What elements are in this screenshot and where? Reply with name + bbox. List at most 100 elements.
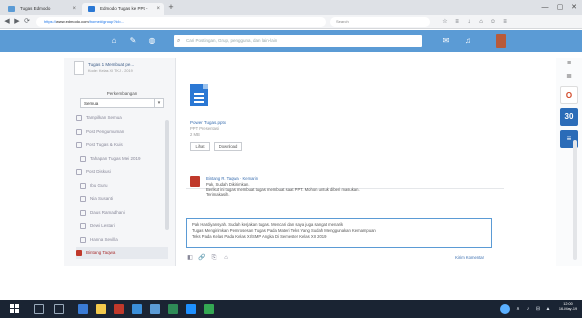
search-icon: ⌕: [177, 38, 181, 44]
menu-icon[interactable]: ≡: [500, 17, 510, 27]
sidebar-item[interactable]: Tampilkan Semua: [76, 112, 168, 124]
app-taskbar-icon[interactable]: [186, 304, 196, 314]
sidebar-item[interactable]: Bintang Taqwa: [76, 247, 168, 259]
downloads-icon[interactable]: ↓: [464, 17, 474, 27]
comment-author[interactable]: Bintang R. Taqwa · Kemarin: [206, 176, 258, 181]
view-button[interactable]: Lihat: [190, 142, 210, 151]
sidebar-item-label: Post Tugas & Kuis: [86, 142, 123, 147]
browser-tab-bar: Tugas Edmodo × Edmodo Tugas ke PPt - × +…: [0, 0, 582, 15]
search-placeholder: Cari Postingan, Grup, pengguna, dan lain…: [186, 38, 278, 43]
tray-chevron-icon[interactable]: ∧: [514, 304, 522, 314]
smiley-icon[interactable]: ☺: [488, 17, 498, 27]
attach-link-icon[interactable]: 🔗: [198, 254, 206, 262]
home-icon[interactable]: ⌂: [476, 17, 486, 27]
sidebar-item[interactable]: Daus Ramadhani: [76, 207, 168, 219]
app-taskbar-icon[interactable]: [204, 304, 214, 314]
attachment-card: Power Tugas.pptx PPT Presentasi 2 MB Lih…: [186, 80, 504, 189]
bookmark-icon[interactable]: ☆: [440, 17, 450, 27]
reading-list-icon[interactable]: ≡: [452, 17, 462, 27]
sidebar-item[interactable]: Post Tugas & Kuis: [76, 139, 168, 151]
attach-library-icon[interactable]: ⎘: [210, 254, 218, 262]
send-comment-button[interactable]: Kirim Komentar: [449, 253, 490, 262]
sidebar-item[interactable]: Post Diskusi: [76, 166, 168, 178]
sidebar-item[interactable]: Post Pengumuman: [76, 126, 168, 138]
course-thumbnail-icon: [74, 61, 84, 75]
post-detail: Power Tugas.pptx PPT Presentasi 2 MB Lih…: [176, 58, 504, 266]
attach-backpack-icon[interactable]: ⌂: [222, 254, 230, 262]
course-title: Tugas 1 Membuat pe...: [88, 62, 135, 67]
address-bar[interactable]: https://www.edmodo.com/home#/group?id=..…: [36, 17, 326, 27]
download-button[interactable]: Download: [214, 142, 242, 151]
document-file-icon[interactable]: [190, 84, 208, 106]
browser-toolbar: ◀ ▶ ⟳ https://www.edmodo.com/home#/group…: [0, 15, 582, 29]
filter-label: Perkembangan: [106, 91, 138, 96]
user-avatar[interactable]: [496, 34, 506, 48]
notifications-icon[interactable]: ♫: [462, 34, 474, 48]
sidebar-item-icon: [76, 115, 82, 121]
discover-nav-icon[interactable]: ◍: [146, 34, 158, 48]
course-subtitle: Kode: Kelas XI TKJ - 2019: [88, 69, 133, 73]
clock-date: 16-May-19: [558, 307, 578, 311]
right-app-rail: ≡ ≣ O 30 ≡: [556, 58, 582, 266]
store-taskbar-icon[interactable]: [150, 304, 160, 314]
browser-search-input[interactable]: Search: [330, 17, 430, 27]
file-explorer-icon[interactable]: [96, 304, 106, 314]
sidebar-item[interactable]: Ibu Guru: [76, 180, 168, 192]
sidebar-scrollbar[interactable]: [165, 120, 169, 230]
app-taskbar-icon[interactable]: [168, 304, 178, 314]
url-host: www.edmodo.com: [56, 19, 89, 24]
sidebar-item[interactable]: Tahapan Tugas Mei 2019: [76, 153, 168, 165]
close-tab-icon[interactable]: ×: [156, 3, 160, 15]
progress-nav-icon[interactable]: ✎: [127, 34, 139, 48]
minimize-button[interactable]: —: [538, 1, 552, 14]
commenter-avatar[interactable]: [190, 176, 200, 187]
forward-icon[interactable]: ▶: [12, 16, 22, 28]
menu-icon[interactable]: ≡: [563, 60, 575, 67]
tab-edmodo-ppt[interactable]: Edmodo Tugas ke PPt - ×: [82, 3, 164, 15]
sidebar-item-label: Post Pengumuman: [86, 128, 125, 134]
filter-select[interactable]: Semua ▾: [80, 98, 164, 108]
back-icon[interactable]: ◀: [2, 16, 12, 28]
windows-start-icon[interactable]: [10, 304, 20, 314]
close-tab-icon[interactable]: ×: [72, 3, 76, 15]
close-window-button[interactable]: ✕: [567, 1, 581, 14]
calendar-30-app-icon[interactable]: 30: [560, 108, 578, 126]
cortana-icon[interactable]: [500, 304, 510, 314]
tab-tugas-edmodo[interactable]: Tugas Edmodo ×: [2, 3, 80, 15]
task-view-icon[interactable]: [54, 304, 64, 314]
taskbar-clock[interactable]: 12:00 16-May-19: [556, 302, 580, 312]
edmodo-favicon-icon: [8, 6, 15, 12]
messages-icon[interactable]: ✉: [440, 34, 452, 48]
tab-label: Tugas Edmodo: [20, 6, 51, 11]
edge-browser-icon[interactable]: [78, 304, 88, 314]
notification-icon[interactable]: ▲: [544, 304, 552, 314]
attachment-name[interactable]: Power Tugas.pptx: [190, 120, 226, 125]
sidebar-item-icon: [76, 128, 82, 135]
app-search-input[interactable]: ⌕ Cari Postingan, Grup, pengguna, dan la…: [174, 35, 422, 47]
page-scrollbar[interactable]: [573, 140, 577, 260]
office-app-icon[interactable]: O: [560, 86, 578, 104]
sidebar-item[interactable]: Hanna Sevilla: [76, 234, 168, 246]
url-scheme: https://: [44, 19, 57, 24]
office-taskbar-icon[interactable]: [114, 304, 124, 314]
chrome-taskbar-icon[interactable]: [132, 304, 142, 314]
comment-textarea[interactable]: Pak Hardiyansyah. Sudah kerjakan tugas. …: [186, 218, 492, 248]
reload-icon[interactable]: ⟳: [22, 16, 32, 28]
course-header[interactable]: Tugas 1 Membuat pe... Kode: Kelas XI TKJ…: [74, 60, 170, 84]
edmodo-favicon-icon: [88, 6, 95, 12]
sidebar-item[interactable]: Nia Susanti: [76, 193, 168, 205]
attach-file-icon[interactable]: ◧: [186, 254, 194, 262]
sidebar-item-icon: [80, 182, 86, 189]
sidebar-item-label: Tahapan Tugas Mei 2019: [90, 155, 141, 161]
sidebar-item-icon: [80, 236, 86, 243]
maximize-button[interactable]: ▢: [553, 1, 567, 14]
sidebar-item[interactable]: Dewi Lestari: [76, 220, 168, 232]
app-header: ⌂ ✎ ◍ ⌕ Cari Postingan, Grup, pengguna, …: [0, 30, 582, 52]
search-taskbar-icon[interactable]: [34, 304, 44, 314]
home-nav-icon[interactable]: ⌂: [108, 34, 120, 48]
list-icon[interactable]: ≣: [563, 72, 575, 80]
network-icon[interactable]: ⊟: [534, 304, 542, 314]
url-path: /home#/group?id=...: [88, 19, 125, 24]
new-tab-button[interactable]: +: [165, 2, 177, 13]
volume-icon[interactable]: ♪: [524, 304, 532, 314]
